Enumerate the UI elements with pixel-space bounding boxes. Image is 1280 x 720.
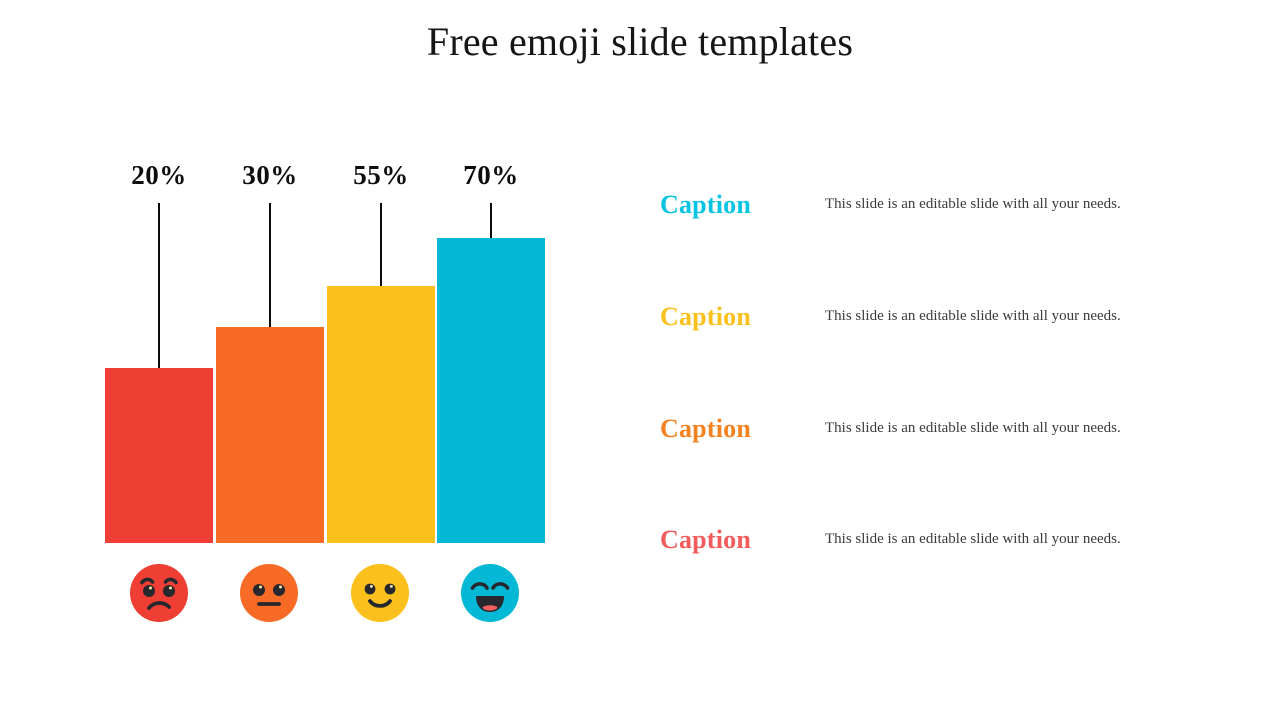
caption-title: Caption bbox=[660, 414, 751, 443]
leader-line-1 bbox=[158, 203, 160, 371]
smile-face-icon bbox=[351, 564, 409, 622]
laugh-face-icon bbox=[461, 564, 519, 622]
bar-value-label-3: 55% bbox=[353, 160, 409, 190]
bar-4 bbox=[437, 238, 545, 543]
caption-body: This slide is an editable slide with all… bbox=[825, 196, 1121, 213]
caption-title: Caption bbox=[660, 190, 751, 219]
leader-line-2 bbox=[269, 203, 271, 331]
caption-row: Caption This slide is an editable slide … bbox=[660, 520, 1280, 560]
caption-body: This slide is an editable slide with all… bbox=[825, 308, 1121, 325]
slide-canvas: Free emoji slide templates 20% 30% 55% 7… bbox=[0, 0, 1280, 720]
bar-value-label-2: 30% bbox=[242, 160, 298, 190]
bar-value-label-4: 70% bbox=[463, 160, 519, 190]
caption-title: Caption bbox=[660, 302, 751, 331]
caption-title: Caption bbox=[660, 525, 751, 554]
bar-chart: 20% 30% 55% 70% bbox=[0, 0, 640, 720]
bar-1 bbox=[105, 368, 213, 543]
caption-row: Caption This slide is an editable slide … bbox=[660, 409, 1280, 449]
leader-line-3 bbox=[380, 203, 382, 291]
caption-row: Caption This slide is an editable slide … bbox=[660, 185, 1280, 225]
caption-body: This slide is an editable slide with all… bbox=[825, 420, 1121, 437]
caption-body: This slide is an editable slide with all… bbox=[825, 531, 1121, 548]
bar-2 bbox=[216, 327, 324, 543]
caption-list: Caption This slide is an editable slide … bbox=[660, 0, 1280, 720]
sad-face-icon bbox=[130, 564, 188, 622]
bar-3 bbox=[327, 286, 435, 543]
bar-value-label-1: 20% bbox=[131, 160, 187, 190]
caption-row: Caption This slide is an editable slide … bbox=[660, 297, 1280, 337]
neutral-face-icon bbox=[240, 564, 298, 622]
